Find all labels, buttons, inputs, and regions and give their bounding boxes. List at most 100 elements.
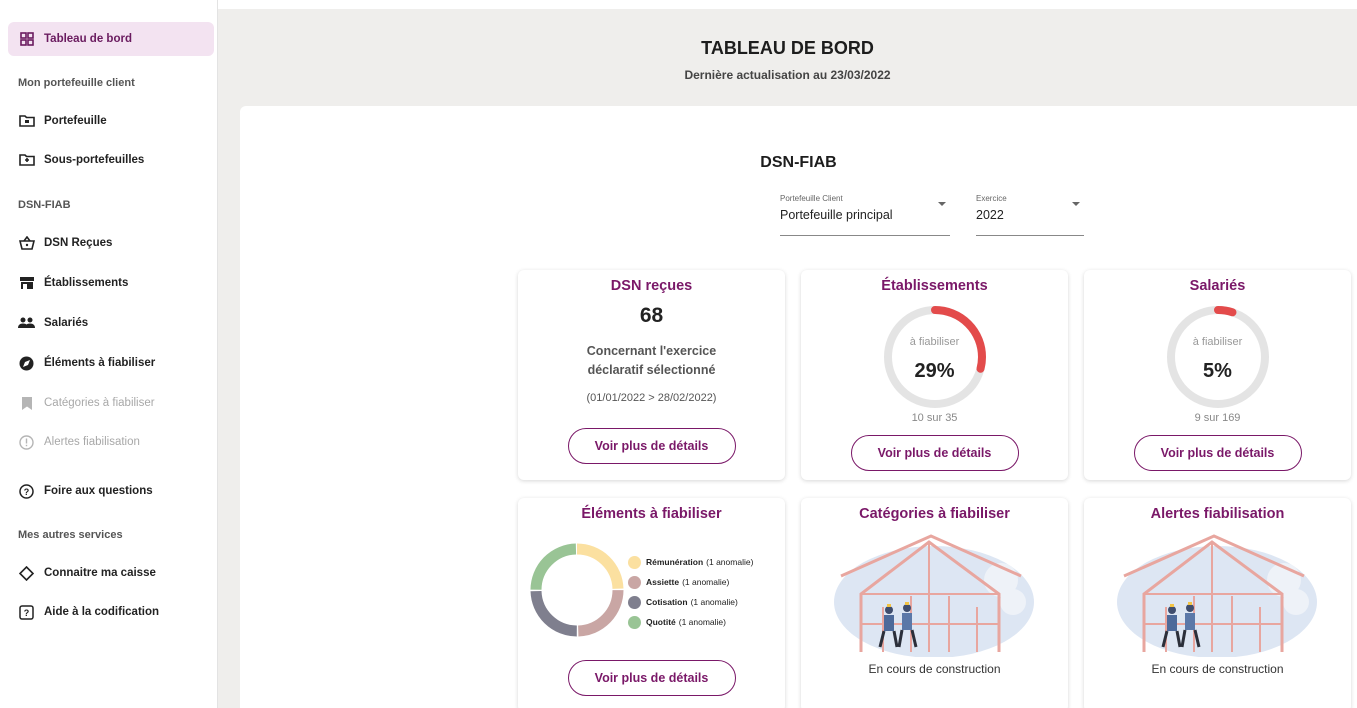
dsn-description-line1: Concernant l'exercice (586, 344, 717, 358)
salaries-gauge: à fiabiliser 5% (1163, 302, 1273, 412)
legend-item: Quotité (1 anomalie) (628, 612, 753, 632)
page-title: TABLEAU DE BORD (701, 38, 874, 58)
etablissements-gauge: à fiabiliser 29% (880, 302, 990, 412)
exercise-select-value: 2022 (976, 208, 1004, 222)
legend-dot (628, 595, 641, 609)
card-alertes: Alertes fiabilisation En cours de constr… (1084, 498, 1351, 708)
gauge-percent: 5% (1203, 360, 1232, 382)
gauge-percent: 29% (914, 360, 955, 382)
dashboard-icon (18, 31, 35, 48)
last-update-text: Dernière actualisation au 23/03/2022 (684, 68, 891, 82)
dsn-details-button[interactable]: Voir plus de détails (567, 428, 736, 464)
legend-dot (628, 555, 641, 569)
store-icon (18, 275, 35, 292)
legend-name: Assiette (646, 577, 680, 587)
exercise-select[interactable]: Exercice 2022 (976, 194, 1084, 236)
card-title: Alertes fiabilisation (1150, 506, 1285, 522)
sidebar-item-label: Éléments à fiabiliser (44, 357, 156, 369)
sidebar-item-label: Foire aux questions (44, 485, 153, 497)
subfolder-icon (18, 152, 35, 169)
explore-icon (18, 355, 35, 372)
section-label-services: Mes autres services (18, 529, 123, 541)
bookmark-icon (18, 395, 35, 412)
portfolio-select-label: Portefeuille Client (780, 194, 843, 203)
card-title: Établissements (881, 278, 988, 294)
diamond-icon (18, 565, 35, 582)
elements-donut-chart (530, 543, 624, 637)
sidebar-item-alertes[interactable]: Alertes fiabilisation (8, 425, 214, 459)
people-icon (18, 315, 35, 332)
sidebar-item-label: Alertes fiabilisation (44, 436, 140, 448)
sidebar-item-label: Portefeuille (44, 115, 107, 127)
help-icon: ? (18, 483, 35, 500)
legend-item: Cotisation (1 anomalie) (628, 592, 753, 612)
card-title: DSN reçues (610, 278, 693, 294)
dsn-period: (01/01/2022 > 28/02/2022) (586, 392, 717, 404)
construction-status: En cours de construction (868, 662, 1001, 676)
card-dsn-recues: DSN reçues 68 Concernant l'exercice décl… (518, 270, 785, 480)
legend-dot (628, 575, 641, 589)
alert-icon (18, 434, 35, 451)
section-label-dsn: DSN-FIAB (18, 199, 71, 211)
sidebar-item-dsn-recues[interactable]: DSN Reçues (8, 226, 214, 260)
sidebar-item-caisse[interactable]: Connaitre ma caisse (8, 556, 214, 590)
gauge-label: à fiabiliser (909, 336, 960, 348)
etablissements-details-button[interactable]: Voir plus de détails (850, 435, 1019, 471)
sidebar-item-label: DSN Reçues (44, 237, 113, 249)
dsn-count: 68 (639, 304, 664, 327)
card-title: Catégories à fiabiliser (859, 506, 1010, 522)
sidebar-item-label: Salariés (44, 317, 89, 329)
legend-item: Assiette (1 anomalie) (628, 572, 753, 592)
legend-name: Quotité (646, 617, 676, 627)
main-panel: DSN-FIAB Portefeuille Client Portefeuill… (240, 106, 1357, 708)
construction-status: En cours de construction (1151, 662, 1284, 676)
sidebar-item-elements[interactable]: Éléments à fiabiliser (8, 346, 214, 380)
card-categories: Catégories à fiabiliser En cours de cons… (801, 498, 1068, 708)
portfolio-select-value: Portefeuille principal (780, 208, 893, 222)
construction-illustration (834, 534, 1034, 657)
sidebar-item-salaries[interactable]: Salariés (8, 306, 214, 340)
sidebar-item-etablissements[interactable]: Établissements (8, 266, 214, 300)
construction-illustration (1117, 534, 1317, 657)
salaries-details-button[interactable]: Voir plus de détails (1133, 435, 1302, 471)
sidebar-item-label: Aide à la codification (44, 606, 160, 618)
gauge-label: à fiabiliser (1192, 336, 1243, 348)
sidebar-item-tableau-de-bord[interactable]: Tableau de bord (8, 22, 214, 56)
chevron-down-icon (1072, 202, 1080, 206)
question-box-icon: ? (18, 604, 35, 621)
svg-text:?: ? (24, 608, 30, 618)
sidebar-item-label: Sous-portefeuilles (44, 154, 145, 166)
sidebar: Tableau de bord Mon portefeuille client … (0, 0, 218, 708)
sidebar-item-faq[interactable]: ? Foire aux questions (8, 474, 214, 508)
sidebar-item-label: Catégories à fiabiliser (44, 397, 155, 409)
legend-detail: (1 anomalie) (706, 557, 754, 567)
legend-detail: (1 anomalie) (678, 617, 726, 627)
etablissements-ratio: 10 sur 35 (911, 412, 958, 424)
legend-dot (628, 615, 641, 629)
elements-details-button[interactable]: Voir plus de détails (567, 660, 736, 696)
card-title: Salariés (1189, 278, 1246, 294)
exercise-select-label: Exercice (976, 194, 1007, 203)
sidebar-item-sous-portefeuilles[interactable]: Sous-portefeuilles (8, 143, 214, 177)
legend-name: Cotisation (646, 597, 688, 607)
portfolio-select[interactable]: Portefeuille Client Portefeuille princip… (780, 194, 950, 236)
card-salaries: Salariés à fiabiliser 5% 9 sur 169 Voir … (1084, 270, 1351, 480)
legend-detail: (1 anomalie) (690, 597, 738, 607)
basket-icon (18, 235, 35, 252)
elements-legend: Rémunération (1 anomalie) Assiette (1 an… (628, 552, 753, 632)
sidebar-item-codification[interactable]: ? Aide à la codification (8, 595, 214, 629)
section-title: DSN-FIAB (760, 154, 837, 171)
legend-item: Rémunération (1 anomalie) (628, 552, 753, 572)
sidebar-item-label: Tableau de bord (44, 33, 132, 45)
card-etablissements: Établissements à fiabiliser 29% 10 sur 3… (801, 270, 1068, 480)
sidebar-item-portefeuille[interactable]: Portefeuille (8, 104, 214, 138)
card-elements: Éléments à fiabiliser Rémunération (1 an… (518, 498, 785, 708)
chevron-down-icon (938, 202, 946, 206)
dsn-description-line2: déclaratif sélectionné (587, 363, 716, 377)
sidebar-item-label: Établissements (44, 277, 129, 289)
legend-detail: (1 anomalie) (682, 577, 730, 587)
card-title: Éléments à fiabiliser (581, 506, 722, 522)
svg-text:?: ? (24, 487, 30, 497)
salaries-ratio: 9 sur 169 (1194, 412, 1241, 424)
sidebar-item-categories[interactable]: Catégories à fiabiliser (8, 386, 214, 420)
